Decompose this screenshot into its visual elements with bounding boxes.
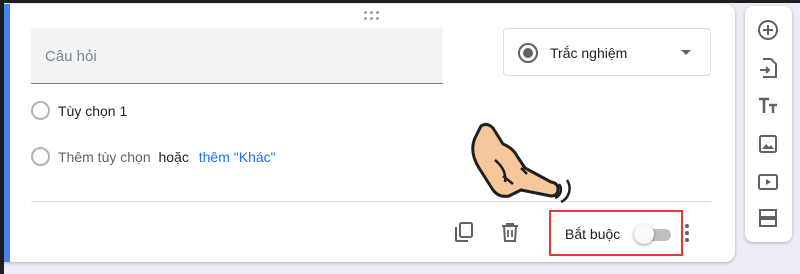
option-label[interactable]: Tùy chọn 1 <box>58 103 127 119</box>
video-icon[interactable] <box>756 170 780 194</box>
trash-icon[interactable] <box>498 220 522 244</box>
window-frame-top <box>0 0 800 3</box>
question-placeholder: Câu hỏi <box>45 48 97 65</box>
radio-empty-icon <box>31 101 50 120</box>
title-text-icon[interactable] <box>756 94 780 118</box>
add-circle-icon[interactable] <box>756 18 780 42</box>
section-icon[interactable] <box>756 206 780 230</box>
more-vert-icon[interactable] <box>682 222 692 244</box>
question-type-select[interactable]: Trắc nghiệm <box>503 28 711 76</box>
add-other-link[interactable]: thêm "Khác" <box>199 149 276 165</box>
image-icon[interactable] <box>756 132 780 156</box>
required-toggle-thumb[interactable] <box>634 224 654 244</box>
radio-selected-icon <box>518 43 538 63</box>
import-icon[interactable] <box>756 56 780 80</box>
question-type-label: Trắc nghiệm <box>550 45 628 61</box>
add-option-line: Thêm tùy chọn hoặc thêm "Khác" <box>58 149 276 165</box>
copy-icon[interactable] <box>452 220 476 244</box>
side-toolbar <box>745 6 792 242</box>
drag-handle-icon[interactable] <box>364 11 380 21</box>
radio-empty-icon <box>31 147 50 166</box>
add-option-button[interactable]: Thêm tùy chọn <box>58 149 151 165</box>
active-card-accent <box>4 4 10 262</box>
chevron-down-icon <box>681 50 691 55</box>
footer-divider <box>31 201 711 202</box>
question-card[interactable]: Câu hỏi Trắc nghiệm Tùy chọn 1 Thêm tùy … <box>4 4 735 262</box>
question-input[interactable]: Câu hỏi <box>31 28 443 84</box>
pointing-hand-icon <box>471 122 571 204</box>
required-label: Bắt buộc <box>565 226 621 242</box>
or-label: hoặc <box>158 149 189 165</box>
